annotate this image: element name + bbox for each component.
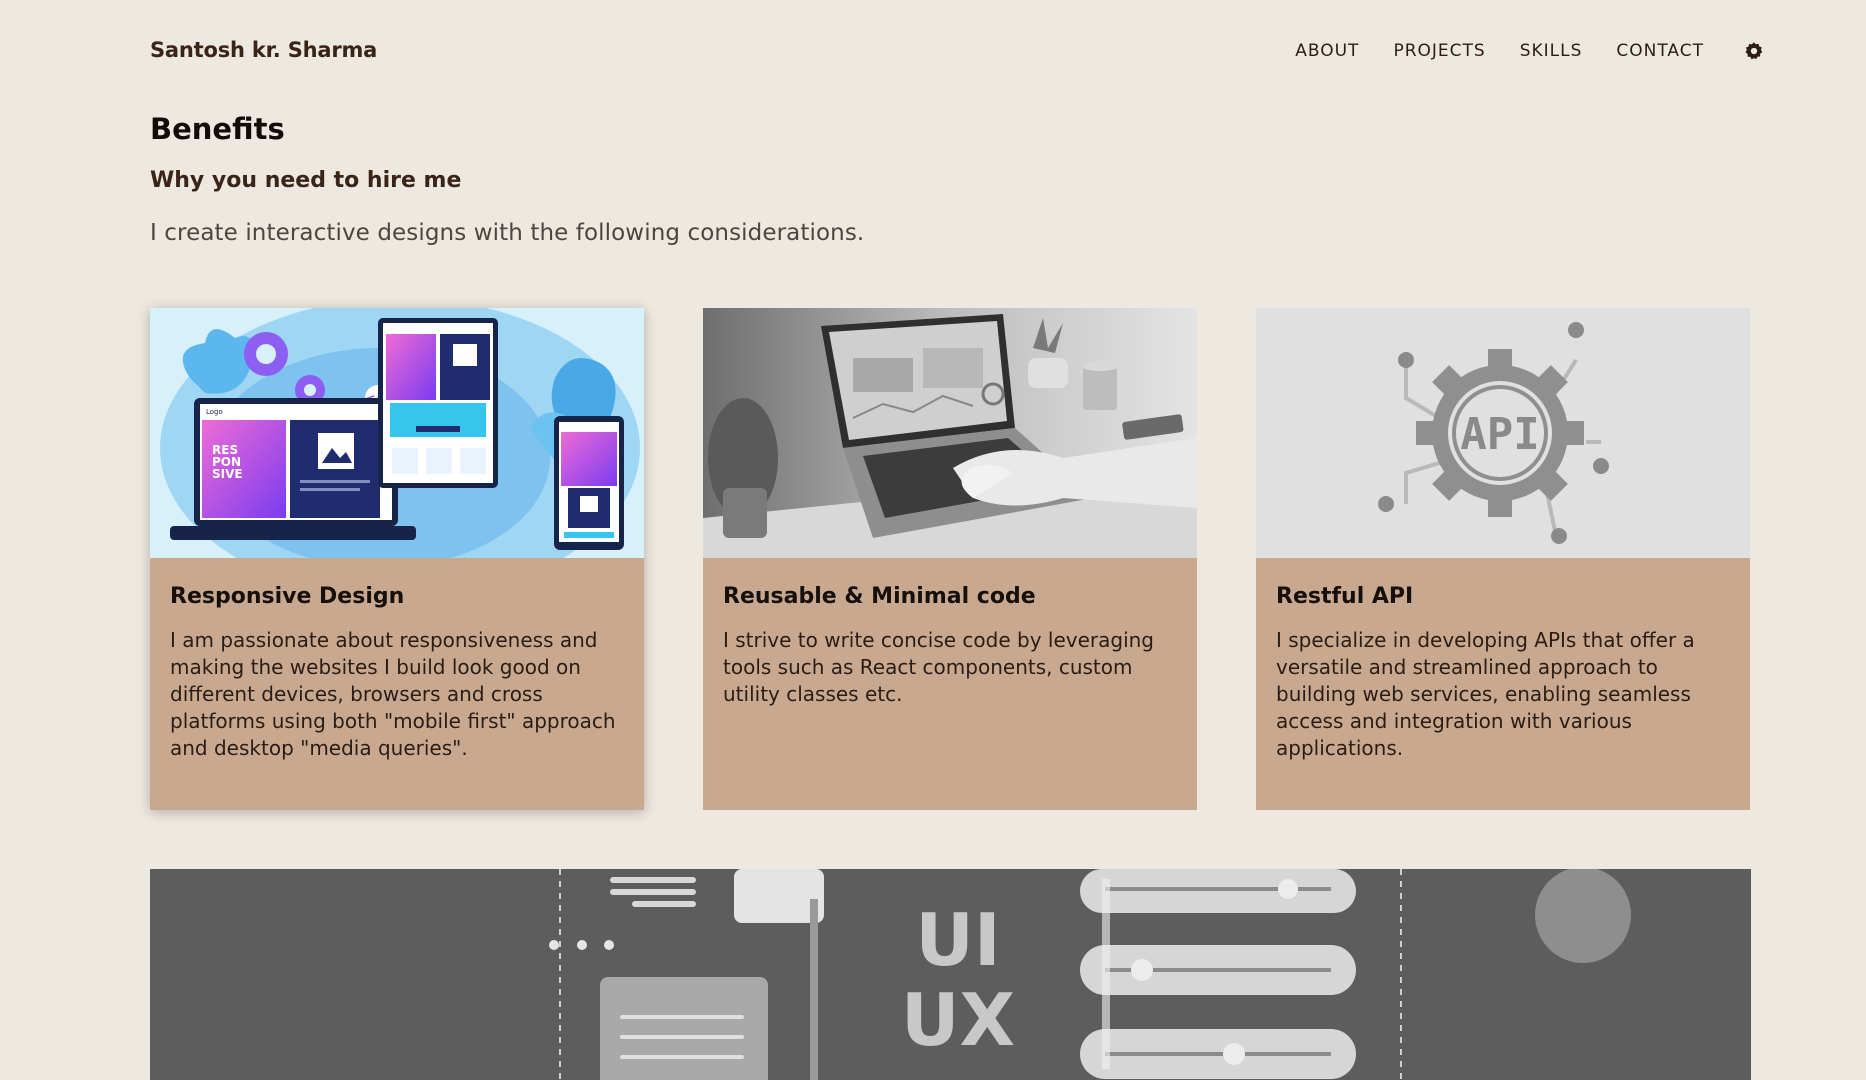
brand-name[interactable]: Santosh kr. Sharma — [150, 38, 377, 62]
api-badge-text: API — [1460, 409, 1539, 460]
card-title: Restful API — [1276, 584, 1414, 609]
nav-projects[interactable]: PROJECTS — [1393, 41, 1485, 61]
card-title: Responsive Design — [170, 584, 405, 609]
nav-contact[interactable]: CONTACT — [1616, 41, 1704, 61]
laptop-typing-image — [703, 308, 1197, 558]
card-title: Reusable & Minimal code — [723, 584, 1036, 609]
banner-ui-text: UI — [915, 898, 1000, 982]
responsive-design-image: </> Logo RESPONSIVE — [150, 308, 644, 558]
page: Santosh kr. Sharma ABOUT PROJECTS SKILLS… — [0, 0, 1866, 1080]
api-gear-image: API — [1256, 308, 1750, 558]
section-subtitle: Why you need to hire me — [150, 168, 462, 193]
ui-ux-banner-image: UI UX — [150, 869, 1751, 1080]
nav-skills[interactable]: SKILLS — [1520, 41, 1583, 61]
benefit-card-reusable-code[interactable]: Reusable & Minimal code I strive to writ… — [703, 308, 1197, 810]
svg-text:Logo: Logo — [206, 408, 223, 416]
nav-about[interactable]: ABOUT — [1295, 41, 1359, 61]
card-text: I specialize in developing APIs that off… — [1276, 628, 1695, 760]
card-text: I am passionate about responsiveness and… — [170, 628, 616, 760]
main-nav: ABOUT PROJECTS SKILLS CONTACT — [1261, 40, 1766, 62]
section-title: Benefits — [150, 112, 285, 146]
benefit-card-restful-api[interactable]: API Restful API I specialize in developi… — [1256, 308, 1750, 810]
gear-icon[interactable] — [1744, 40, 1766, 62]
card-text: I strive to write concise code by levera… — [723, 628, 1154, 706]
banner-ux-text: UX — [901, 978, 1015, 1062]
benefit-card-responsive[interactable]: </> Logo RESPONSIVE — [150, 308, 644, 810]
section-intro: I create interactive designs with the fo… — [150, 220, 865, 246]
screen-heading: RES PON SIVE — [212, 443, 243, 481]
